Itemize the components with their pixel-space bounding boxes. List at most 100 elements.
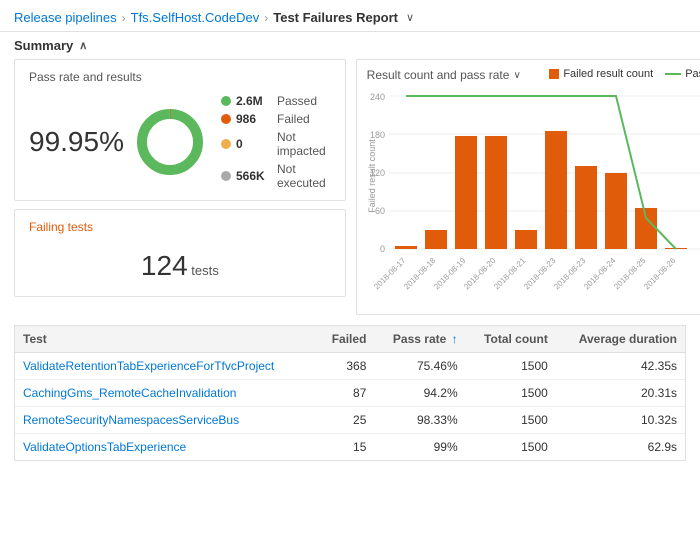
bar-0 — [395, 246, 417, 249]
not-executed-dot — [221, 171, 231, 181]
chart-legend-failed-rect — [549, 69, 559, 79]
summary-header: Summary ∧ — [14, 38, 686, 53]
not-impacted-value: 0 — [236, 137, 272, 151]
results-table: Test Failed Pass rate ↑ Total count Aver… — [15, 326, 685, 460]
breadcrumb-release-pipelines[interactable]: Release pipelines — [14, 10, 117, 25]
chart-legend-passrate-label: Pass rate — [685, 68, 700, 80]
failed-label: Failed — [277, 112, 310, 126]
cell-test[interactable]: ValidateOptionsTabExperience — [15, 434, 317, 461]
bar-6 — [575, 166, 597, 249]
cell-avgduration: 62.9s — [556, 434, 685, 461]
header: Release pipelines › Tfs.SelfHost.CodeDev… — [0, 0, 700, 32]
chart-legend-failed-label: Failed result count — [563, 68, 653, 80]
chart-title-text: Result count and pass rate — [367, 68, 510, 82]
chart-area: 240 180 120 60 0 100 75 50 25 — [367, 86, 700, 306]
passed-label: Passed — [277, 94, 317, 108]
breadcrumb-sep1: › — [122, 11, 126, 25]
not-impacted-label: Not impacted — [277, 130, 331, 158]
legend-not-executed: 566K Not executed — [221, 162, 331, 190]
chart-legend-passrate-line — [665, 73, 681, 75]
cell-passrate: 98.33% — [374, 407, 465, 434]
cell-totalcount: 1500 — [466, 380, 556, 407]
cell-passrate: 99% — [374, 434, 465, 461]
col-totalcount: Total count — [466, 326, 556, 353]
col-test: Test — [15, 326, 317, 353]
summary-section: Summary ∧ Pass rate and results 99.95% — [0, 32, 700, 319]
donut-chart — [135, 107, 205, 177]
chart-legend: Failed result count Pass rate — [549, 68, 700, 80]
cell-failed: 87 — [317, 380, 374, 407]
bar-5 — [545, 131, 567, 249]
bar-3 — [485, 136, 507, 249]
table-row: RemoteSecurityNamespacesServiceBus 25 98… — [15, 407, 685, 434]
bar-2 — [455, 136, 477, 249]
passed-dot — [221, 96, 231, 106]
failed-dot — [221, 114, 231, 124]
table-row: ValidateRetentionTabExperienceForTfvcPro… — [15, 353, 685, 380]
cell-totalcount: 1500 — [466, 434, 556, 461]
chart-panel: Result count and pass rate ∨ Failed resu… — [356, 59, 700, 315]
breadcrumb-title: Test Failures Report — [273, 10, 398, 25]
chart-legend-passrate: Pass rate — [665, 68, 700, 80]
cell-test[interactable]: RemoteSecurityNamespacesServiceBus — [15, 407, 317, 434]
cell-passrate: 94.2% — [374, 380, 465, 407]
results-table-section: Test Failed Pass rate ↑ Total count Aver… — [14, 325, 686, 461]
left-panel: Pass rate and results 99.95% — [14, 59, 346, 315]
table-body: ValidateRetentionTabExperienceForTfvcPro… — [15, 353, 685, 461]
cell-test[interactable]: ValidateRetentionTabExperienceForTfvcPro… — [15, 353, 317, 380]
cell-failed: 15 — [317, 434, 374, 461]
legend-not-impacted: 0 Not impacted — [221, 130, 331, 158]
pass-rate-percent: 99.95% — [29, 126, 119, 158]
cell-failed: 25 — [317, 407, 374, 434]
pass-rate-legend: 2.6M Passed 986 Failed 0 Not impacted — [221, 94, 331, 190]
cell-totalcount: 1500 — [466, 407, 556, 434]
cell-avgduration: 42.35s — [556, 353, 685, 380]
cell-failed: 368 — [317, 353, 374, 380]
cell-test[interactable]: CachingGms_RemoteCacheInvalidation — [15, 380, 317, 407]
svg-text:Failed result count: Failed result count — [367, 139, 377, 213]
col-failed: Failed — [317, 326, 374, 353]
chart-title: Result count and pass rate ∨ — [367, 68, 521, 82]
bar-7 — [605, 173, 627, 249]
chart-svg: 240 180 120 60 0 100 75 50 25 — [367, 86, 700, 306]
breadcrumb-sep2: › — [264, 11, 268, 25]
cell-avgduration: 10.32s — [556, 407, 685, 434]
legend-passed: 2.6M Passed — [221, 94, 331, 108]
svg-text:240: 240 — [370, 92, 385, 102]
cell-totalcount: 1500 — [466, 353, 556, 380]
not-executed-value: 566K — [236, 169, 272, 183]
summary-panels: Pass rate and results 99.95% — [14, 59, 686, 315]
failed-value: 986 — [236, 112, 272, 126]
bar-1 — [425, 230, 447, 249]
pass-rate-content: 99.95% — [29, 94, 331, 190]
breadcrumb: Release pipelines › Tfs.SelfHost.CodeDev… — [14, 10, 414, 25]
pass-rate-title: Pass rate and results — [29, 70, 331, 84]
title-dropdown-icon[interactable]: ∨ — [406, 11, 414, 24]
col-passrate: Pass rate ↑ — [374, 326, 465, 353]
table-row: CachingGms_RemoteCacheInvalidation 87 94… — [15, 380, 685, 407]
table-row: ValidateOptionsTabExperience 15 99% 1500… — [15, 434, 685, 461]
pass-rate-card: Pass rate and results 99.95% — [14, 59, 346, 201]
failing-count: 124 — [141, 250, 188, 281]
failing-tests-card: Failing tests 124 tests — [14, 209, 346, 297]
passed-value: 2.6M — [236, 94, 272, 108]
sort-arrow-icon: ↑ — [452, 332, 458, 346]
summary-label: Summary — [14, 38, 73, 53]
chart-dropdown-icon[interactable]: ∨ — [513, 70, 520, 81]
bar-4 — [515, 230, 537, 249]
svg-text:0: 0 — [380, 244, 385, 254]
svg-text:2018-08-26: 2018-08-26 — [642, 256, 678, 292]
summary-chevron-icon[interactable]: ∧ — [79, 39, 87, 52]
breadcrumb-selfhost[interactable]: Tfs.SelfHost.CodeDev — [131, 10, 260, 25]
cell-avgduration: 20.31s — [556, 380, 685, 407]
svg-text:180: 180 — [370, 130, 385, 140]
col-avgduration: Average duration — [556, 326, 685, 353]
failing-tests-title: Failing tests — [29, 220, 331, 234]
not-impacted-dot — [221, 139, 231, 149]
donut-svg — [135, 107, 205, 177]
not-executed-label: Not executed — [277, 162, 331, 190]
chart-header: Result count and pass rate ∨ Failed resu… — [367, 68, 700, 82]
cell-passrate: 75.46% — [374, 353, 465, 380]
table-header-row: Test Failed Pass rate ↑ Total count Aver… — [15, 326, 685, 353]
chart-legend-failed: Failed result count — [549, 68, 653, 80]
